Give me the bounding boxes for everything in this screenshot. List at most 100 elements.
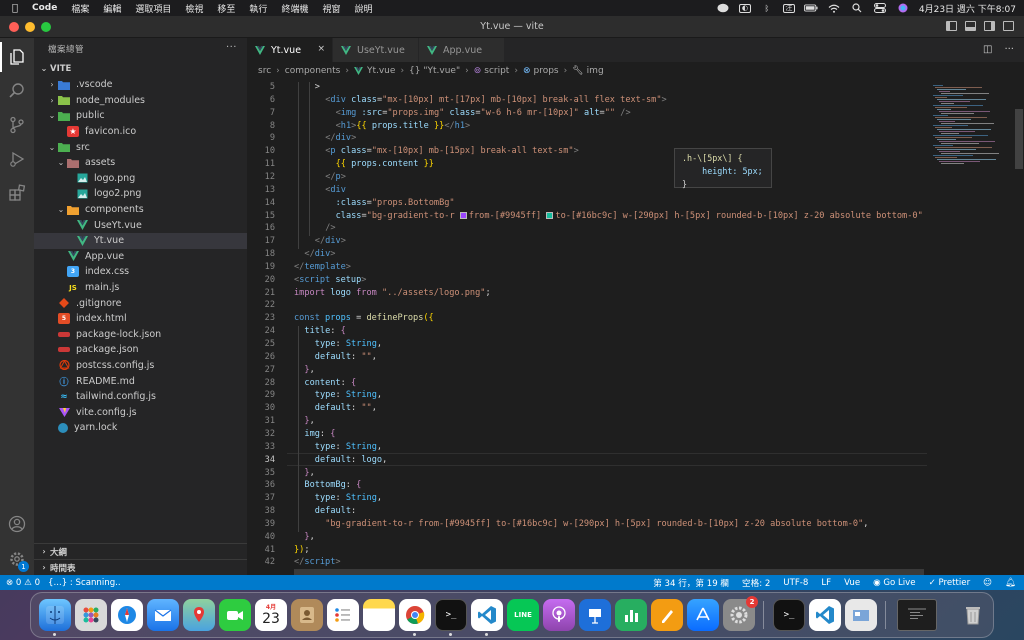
menu-file[interactable]: 檔案: [71, 2, 89, 15]
code-line[interactable]: :class="props.BottomBg": [336, 198, 455, 208]
run-debug-icon[interactable]: [6, 148, 28, 170]
code-line[interactable]: <div: [325, 185, 346, 195]
siri-icon[interactable]: [896, 3, 910, 13]
breadcrumb-item[interactable]: Yt.vue: [367, 66, 395, 76]
code-line[interactable]: default: logo,: [315, 455, 387, 465]
tab-yt-vue[interactable]: Yt.vue ×: [247, 38, 333, 62]
file-tree-item[interactable]: ⌄ components: [34, 202, 247, 218]
more-actions-icon[interactable]: ···: [226, 42, 237, 53]
contacts-icon[interactable]: [291, 599, 323, 631]
spotlight-icon[interactable]: [850, 3, 864, 13]
maps-icon[interactable]: [183, 599, 215, 631]
file-tree-item[interactable]: 3 index.css: [34, 264, 247, 280]
control-center-icon[interactable]: [873, 3, 887, 13]
menu-go[interactable]: 移至: [217, 2, 235, 15]
breadcrumb-item[interactable]: props: [534, 66, 559, 76]
system-preferences-icon[interactable]: 2: [723, 596, 758, 631]
safari-icon[interactable]: [111, 599, 143, 631]
close-tab-icon[interactable]: ×: [317, 44, 325, 54]
facetime-icon[interactable]: [219, 599, 251, 631]
input-method-icon[interactable]: 注: [782, 3, 795, 13]
code-editor[interactable]: 5 >6 <div class="mx-[10px] mt-[17px] mb-[1…: [247, 79, 929, 575]
problems-indicator[interactable]: ⊗ 0 ⚠ 0: [6, 578, 40, 588]
launchpad-icon[interactable]: [75, 599, 107, 631]
tab-app-vue[interactable]: App.vue: [419, 38, 505, 62]
code-line[interactable]: >: [315, 82, 320, 92]
file-tree-item[interactable]: ⌄ src: [34, 139, 247, 155]
code-line[interactable]: });: [294, 545, 310, 555]
language-mode[interactable]: Vue: [844, 578, 860, 588]
file-tree-item[interactable]: postcss.config.js: [34, 358, 247, 374]
calendar-icon[interactable]: 4月 23: [255, 599, 287, 631]
color-swatch[interactable]: [459, 211, 467, 219]
breadcrumb-item[interactable]: {} "Yt.vue": [409, 66, 460, 76]
search-icon[interactable]: [6, 80, 28, 102]
menu-help[interactable]: 說明: [354, 2, 372, 15]
line-icon[interactable]: [716, 3, 730, 13]
apple-icon[interactable]: : [8, 3, 22, 14]
go-live-button[interactable]: ◉ Go Live: [873, 578, 915, 588]
code-line[interactable]: title: {: [304, 326, 345, 336]
vscode-icon[interactable]: [809, 599, 841, 631]
feedback-icon[interactable]: ☺: [983, 578, 992, 588]
prettier-status[interactable]: ✓ Prettier: [929, 578, 971, 588]
code-line[interactable]: type: String,: [315, 339, 382, 349]
file-tree-item[interactable]: ⌄ public: [34, 108, 247, 124]
source-control-icon[interactable]: [6, 114, 28, 136]
file-tree-item[interactable]: Yt.vue: [34, 232, 247, 249]
code-line[interactable]: </template>: [294, 262, 351, 272]
customize-layout-icon[interactable]: [1003, 21, 1014, 31]
finder-icon[interactable]: [39, 599, 71, 631]
cursor-position[interactable]: 第 34 行，第 19 欄: [653, 577, 729, 589]
line-icon[interactable]: LINE: [507, 599, 539, 631]
battery-icon[interactable]: [803, 3, 818, 13]
menu-view[interactable]: 檢視: [185, 2, 203, 15]
code-line[interactable]: </div>: [304, 249, 335, 259]
terminal-icon[interactable]: >_: [773, 599, 805, 631]
code-line[interactable]: },: [304, 365, 314, 375]
file-tree-item[interactable]: UseYt.vue: [34, 217, 247, 233]
mail-icon[interactable]: [147, 599, 179, 631]
file-tree-item[interactable]: logo.png: [34, 171, 247, 187]
menu-edit[interactable]: 編輯: [103, 2, 121, 15]
menu-window[interactable]: 視窗: [322, 2, 340, 15]
menu-run[interactable]: 執行: [249, 2, 267, 15]
trash-icon[interactable]: [957, 599, 989, 631]
code-line[interactable]: const props = defineProps({: [294, 313, 434, 323]
app-status-icon[interactable]: ◐: [738, 3, 751, 13]
code-line[interactable]: <p class="mx-[10px] mb-[15px] break-all …: [325, 146, 579, 156]
code-line[interactable]: },: [304, 532, 314, 542]
code-line[interactable]: <script setup>: [294, 275, 366, 285]
encoding[interactable]: UTF-8: [783, 578, 808, 588]
code-line[interactable]: />: [325, 223, 335, 233]
minimap[interactable]: [929, 79, 1024, 575]
file-tree-item[interactable]: 5 index.html: [34, 311, 247, 327]
code-line[interactable]: <h1>{{ props.title }}</h1>: [336, 121, 471, 131]
appstore-icon[interactable]: [687, 599, 719, 631]
code-line[interactable]: {{ props.content }}: [336, 159, 434, 169]
file-tree-item[interactable]: ⓘ README.md: [34, 373, 247, 389]
indentation[interactable]: 空格: 2: [742, 577, 770, 589]
reminders-icon[interactable]: [327, 599, 359, 631]
file-tree-item[interactable]: package.json: [34, 342, 247, 358]
code-line[interactable]: "bg-gradient-to-r from-[#9945ff] to-[#16…: [325, 519, 868, 529]
bluetooth-icon[interactable]: ᛒ: [760, 3, 774, 13]
code-line[interactable]: default:: [315, 506, 356, 516]
code-line[interactable]: <img :src="props.img" class="w-6 h-6 mr-…: [336, 108, 631, 118]
menubar-clock[interactable]: 4月23日 週六 下午8:07: [919, 2, 1016, 15]
file-tree-item[interactable]: ★ favicon.ico: [34, 124, 247, 140]
accounts-icon[interactable]: [6, 513, 28, 535]
menu-app-name[interactable]: Code: [32, 3, 57, 13]
code-line[interactable]: default: "",: [315, 403, 377, 413]
manage-gear-icon[interactable]: 1: [6, 548, 29, 572]
file-tree-item[interactable]: › .vscode: [34, 77, 247, 93]
code-line[interactable]: </div>: [325, 133, 356, 143]
split-editor-icon[interactable]: ◫: [983, 44, 992, 55]
code-line[interactable]: BottomBg: {: [304, 480, 361, 490]
menu-selection[interactable]: 選取項目: [135, 2, 171, 15]
code-line[interactable]: </p>: [325, 172, 346, 182]
toggle-panel-icon[interactable]: [965, 21, 976, 31]
extensions-icon[interactable]: [6, 182, 28, 204]
code-line[interactable]: },: [304, 416, 314, 426]
explorer-icon[interactable]: [0, 42, 28, 72]
